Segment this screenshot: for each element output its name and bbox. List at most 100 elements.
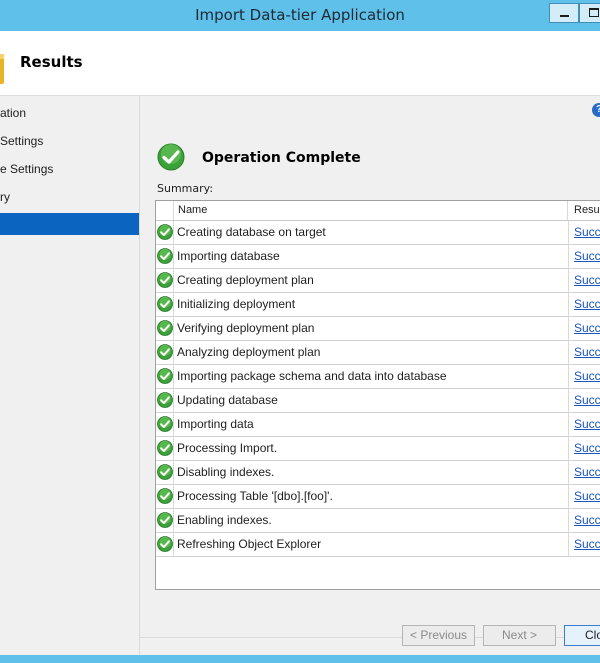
row-name: Processing Import.: [177, 441, 278, 455]
row-result-link[interactable]: Succ: [574, 317, 600, 340]
row-result-link[interactable]: Succ: [574, 341, 600, 364]
column-divider: [173, 413, 174, 437]
column-divider: [173, 221, 174, 245]
summary-grid: Name Resu Creating database on target Suc…: [155, 200, 600, 590]
table-row[interactable]: Importing package schema and data into d…: [156, 365, 600, 389]
wizard-sidebar: ation Settings e Settings ry: [0, 96, 139, 655]
row-name: Importing database: [177, 249, 280, 263]
table-row[interactable]: Importing database Succ: [156, 245, 600, 269]
row-name: Importing package schema and data into d…: [177, 369, 447, 383]
row-result-link[interactable]: Succ: [574, 509, 600, 532]
row-result-link[interactable]: Succ: [574, 437, 600, 460]
check-circle-icon: [157, 272, 173, 288]
column-divider: [173, 461, 174, 485]
sidebar-item-introduction[interactable]: ation: [0, 102, 139, 124]
result-column-header[interactable]: Resu: [568, 201, 600, 220]
row-name: Analyzing deployment plan: [177, 345, 321, 359]
column-divider: [568, 317, 569, 341]
row-result-link[interactable]: Succ: [574, 221, 600, 244]
check-circle-icon: [157, 344, 173, 360]
maximize-icon: [589, 8, 599, 17]
table-row[interactable]: Updating database Succ: [156, 389, 600, 413]
row-name: Refreshing Object Explorer: [177, 537, 322, 551]
minimize-button[interactable]: [549, 3, 579, 23]
name-column-header[interactable]: Name: [174, 201, 568, 220]
column-divider: [173, 317, 174, 341]
table-row[interactable]: Processing Table '[dbo].[foo]'. Succ: [156, 485, 600, 509]
maximize-button[interactable]: [579, 3, 600, 23]
row-result-link[interactable]: Succ: [574, 461, 600, 484]
check-circle-icon: [157, 143, 185, 171]
wizard-header: Results: [0, 31, 600, 96]
sidebar-item-database-settings[interactable]: e Settings: [0, 158, 139, 180]
row-name: Creating database on target: [177, 225, 326, 239]
row-name: Enabling indexes.: [177, 513, 272, 527]
check-circle-icon: [157, 416, 173, 432]
column-divider: [173, 365, 174, 389]
table-row[interactable]: Refreshing Object Explorer Succ: [156, 533, 600, 557]
row-result-link[interactable]: Succ: [574, 413, 600, 436]
row-name: Disabling indexes.: [177, 465, 275, 479]
table-row[interactable]: Processing Import. Succ: [156, 437, 600, 461]
table-row[interactable]: Creating database on target Succ: [156, 221, 600, 245]
row-result-link[interactable]: Succ: [574, 245, 600, 268]
sidebar-item-label: Settings: [0, 134, 44, 148]
column-divider: [173, 245, 174, 269]
row-result-link[interactable]: Succ: [574, 389, 600, 412]
column-divider: [173, 293, 174, 317]
column-divider: [568, 413, 569, 437]
column-divider: [568, 293, 569, 317]
check-circle-icon: [157, 464, 173, 480]
table-row[interactable]: Analyzing deployment plan Succ: [156, 341, 600, 365]
check-circle-icon: [157, 320, 173, 336]
sidebar-item-label: ry: [0, 190, 10, 204]
row-name: Importing data: [177, 417, 254, 431]
close-button[interactable]: Clo: [564, 625, 600, 646]
check-circle-icon: [157, 368, 173, 384]
table-row[interactable]: Creating deployment plan Succ: [156, 269, 600, 293]
table-row[interactable]: Initializing deployment Succ: [156, 293, 600, 317]
row-name: Creating deployment plan: [177, 273, 314, 287]
row-name: Initializing deployment: [177, 297, 296, 311]
row-result-link[interactable]: Succ: [574, 365, 600, 388]
row-result-link[interactable]: Succ: [574, 269, 600, 292]
column-divider: [173, 533, 174, 557]
results-panel: ? Operation Complete Summary: Name Resu …: [140, 96, 600, 655]
operation-status-title: Operation Complete: [202, 150, 361, 166]
sidebar-item-label: e Settings: [0, 162, 54, 176]
row-name: Processing Table '[dbo].[foo]'.: [177, 489, 333, 503]
table-row[interactable]: Importing data Succ: [156, 413, 600, 437]
sidebar-item-results[interactable]: [0, 213, 139, 235]
check-circle-icon: [157, 512, 173, 528]
check-circle-icon: [157, 392, 173, 408]
table-row[interactable]: Verifying deployment plan Succ: [156, 317, 600, 341]
wizard-window: Results ation Settings e Settings ry ? O…: [0, 31, 600, 655]
row-result-link[interactable]: Succ: [574, 293, 600, 316]
row-result-link[interactable]: Succ: [574, 533, 600, 556]
sidebar-item-summary[interactable]: ry: [0, 186, 139, 208]
column-divider: [173, 437, 174, 461]
column-divider: [568, 341, 569, 365]
column-divider: [568, 437, 569, 461]
minimize-icon: [560, 15, 569, 17]
column-divider: [173, 389, 174, 413]
table-row[interactable]: Disabling indexes. Succ: [156, 461, 600, 485]
page-title: Results: [20, 53, 83, 71]
column-divider: [173, 269, 174, 293]
check-circle-icon: [157, 440, 173, 456]
help-icon[interactable]: ?: [592, 103, 600, 117]
icon-column-header: [156, 201, 174, 220]
next-button[interactable]: Next >: [483, 625, 556, 646]
column-divider: [568, 533, 569, 557]
column-divider: [568, 485, 569, 509]
table-row[interactable]: Enabling indexes. Succ: [156, 509, 600, 533]
column-divider: [173, 509, 174, 533]
column-divider: [568, 461, 569, 485]
sidebar-item-import-settings[interactable]: Settings: [0, 130, 139, 152]
previous-button[interactable]: < Previous: [402, 625, 475, 646]
row-result-link[interactable]: Succ: [574, 485, 600, 508]
column-divider: [173, 485, 174, 509]
column-divider: [568, 269, 569, 293]
column-divider: [568, 509, 569, 533]
check-circle-icon: [157, 248, 173, 264]
